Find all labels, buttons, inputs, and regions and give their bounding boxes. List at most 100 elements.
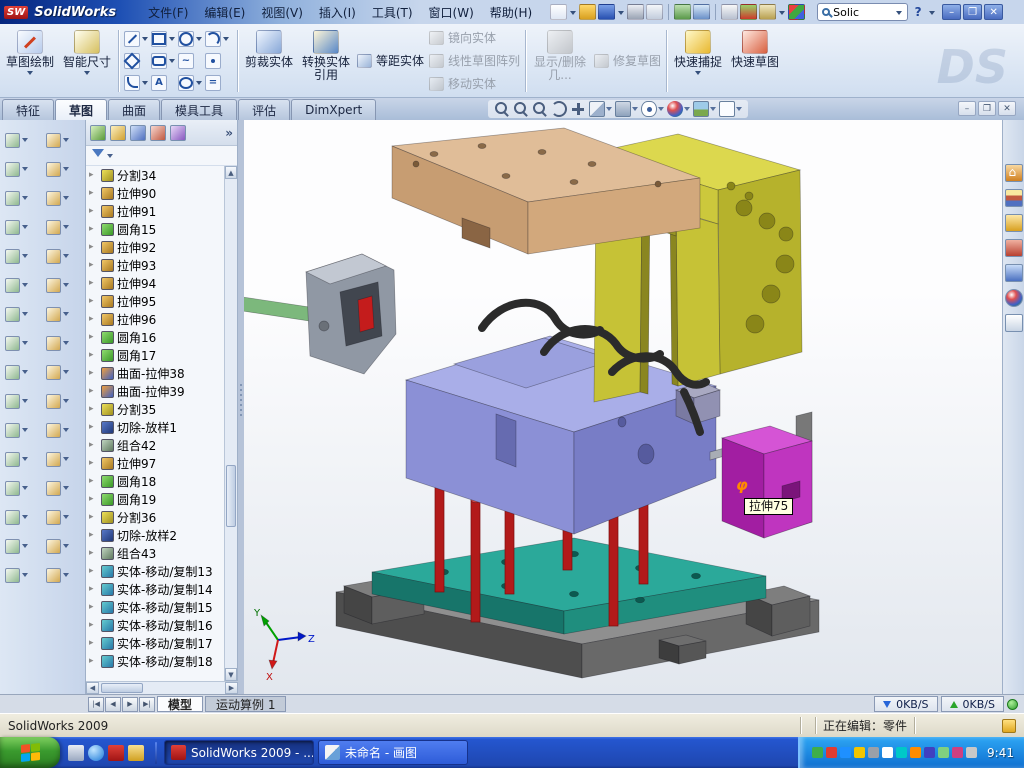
chevron-down-icon[interactable] [570,11,576,18]
feature-tree-item[interactable]: 实体-移动/复制14 [86,580,225,598]
expand-arrow-icon[interactable] [89,476,98,486]
tray-icon[interactable] [938,747,949,758]
chevron-down-icon[interactable] [929,11,935,18]
display-manager-tab-icon[interactable] [170,125,186,141]
property-manager-tab-icon[interactable] [110,125,126,141]
smart-dimension-button[interactable]: 智能尺寸 [61,27,113,95]
expand-arrow-icon[interactable] [89,458,98,468]
edit-color-icon[interactable] [788,4,805,20]
menu-item[interactable]: 插入(I) [311,1,364,24]
expand-arrow-icon[interactable] [89,422,98,432]
maximize-button[interactable] [963,4,982,20]
polygon-tool[interactable] [124,50,151,72]
view-palette-icon[interactable] [1005,264,1023,282]
tray-icon[interactable] [952,747,963,758]
close-button[interactable] [984,4,1003,20]
expand-arrow-icon[interactable] [89,170,98,180]
spline-tool[interactable] [178,50,205,72]
equation-tool[interactable] [205,72,232,94]
help-icon[interactable] [910,4,926,20]
tab-dimxpert[interactable]: DimXpert [291,99,376,120]
sketch-button[interactable]: 草图绘制 [4,27,56,95]
save-icon[interactable] [598,4,615,20]
tray-icon[interactable] [840,747,851,758]
menu-item[interactable]: 编辑(E) [196,1,253,24]
taskbar-task-solidworks[interactable]: SolidWorks 2009 - ... [164,740,314,765]
tray-icon[interactable] [812,747,823,758]
feature-tree-item[interactable]: 圆角15 [86,220,225,238]
expand-arrow-icon[interactable] [89,314,98,324]
select-icon[interactable] [721,4,738,20]
expand-arrow-icon[interactable] [89,620,98,630]
feature-tree-item[interactable]: 拉伸92 [86,238,225,256]
scrollbar-thumb[interactable] [226,465,236,527]
scroll-left-button[interactable] [86,682,99,694]
feature-tree-item[interactable]: 拉伸93 [86,256,225,274]
tray-icon[interactable] [924,747,935,758]
chevron-right-icon[interactable] [225,126,233,140]
expand-arrow-icon[interactable] [89,638,98,648]
feature-tree-item[interactable]: 拉伸96 [86,310,225,328]
clamp-unit[interactable] [306,254,396,374]
feature-tree-item[interactable]: 实体-移动/复制18 [86,652,225,670]
tab-motion-study[interactable]: 运动算例 1 [205,696,286,712]
scroll-down-button[interactable] [225,668,237,681]
design-library-icon[interactable] [1005,189,1023,207]
expand-arrow-icon[interactable] [89,584,98,594]
tray-icon[interactable] [826,747,837,758]
expand-arrow-icon[interactable] [89,386,98,396]
feature-tree-item[interactable]: 实体-移动/复制15 [86,598,225,616]
search-box[interactable] [817,3,908,21]
custom-properties-icon[interactable] [1005,314,1023,332]
feature-tree-item[interactable]: 曲面-拉伸39 [86,382,225,400]
options-icon[interactable] [759,4,776,20]
feature-tree-item[interactable]: 拉伸90 [86,184,225,202]
feature-tree-item[interactable]: 分割34 [86,166,225,184]
filter-icon[interactable] [92,149,104,163]
graphics-viewport[interactable]: φ Y Z X 拉伸75 [244,120,1002,694]
expand-arrow-icon[interactable] [89,512,98,522]
expand-arrow-icon[interactable] [89,602,98,612]
convert-entities-button[interactable]: 转换实体引用 [300,27,352,95]
tab-model[interactable]: 模型 [157,696,203,712]
show-desktop-icon[interactable] [68,745,84,761]
circle-tool[interactable] [178,28,205,50]
tree-vertical-scrollbar[interactable] [224,166,237,681]
scrollbar-thumb[interactable] [101,683,143,693]
appearances-icon[interactable] [1005,289,1023,307]
next-tab-button[interactable] [122,697,138,712]
tree-horizontal-scrollbar[interactable] [86,681,238,694]
feature-tree-item[interactable]: 拉伸97 [86,454,225,472]
rebuild-icon[interactable] [740,4,757,20]
fillet-tool[interactable] [124,72,151,94]
text-tool[interactable] [151,72,178,94]
feature-tree-item[interactable]: 组合43 [86,544,225,562]
arc-tool[interactable] [205,28,232,50]
center-block[interactable] [659,635,706,664]
toolbox-icon[interactable] [1005,239,1023,257]
previous-tab-button[interactable] [105,697,121,712]
expand-arrow-icon[interactable] [89,242,98,252]
resources-home-icon[interactable] [1005,164,1023,182]
expand-arrow-icon[interactable] [89,404,98,414]
scroll-up-button[interactable] [225,166,237,179]
expand-arrow-icon[interactable] [89,350,98,360]
expand-arrow-icon[interactable] [89,530,98,540]
doc-close-button[interactable] [998,101,1016,116]
solidworks-quick-icon[interactable] [108,745,124,761]
tray-icon[interactable] [896,747,907,758]
quick-snaps-button[interactable]: 快速捕捉 [672,27,724,95]
ellipse-tool[interactable] [178,72,205,94]
open-icon[interactable] [579,4,596,20]
doc-restore-button[interactable] [978,101,996,116]
expand-arrow-icon[interactable] [89,440,98,450]
feature-tree-item[interactable]: 圆角17 [86,346,225,364]
feature-manager-tab-icon[interactable] [90,125,106,141]
expand-arrow-icon[interactable] [89,206,98,216]
file-explorer-icon[interactable] [1005,214,1023,232]
insert-block[interactable]: φ [722,426,812,538]
new-document-icon[interactable] [550,4,567,20]
tab-mold-tools[interactable]: 模具工具 [161,99,237,120]
feature-tree-item[interactable]: 圆角18 [86,472,225,490]
last-tab-button[interactable] [139,697,155,712]
